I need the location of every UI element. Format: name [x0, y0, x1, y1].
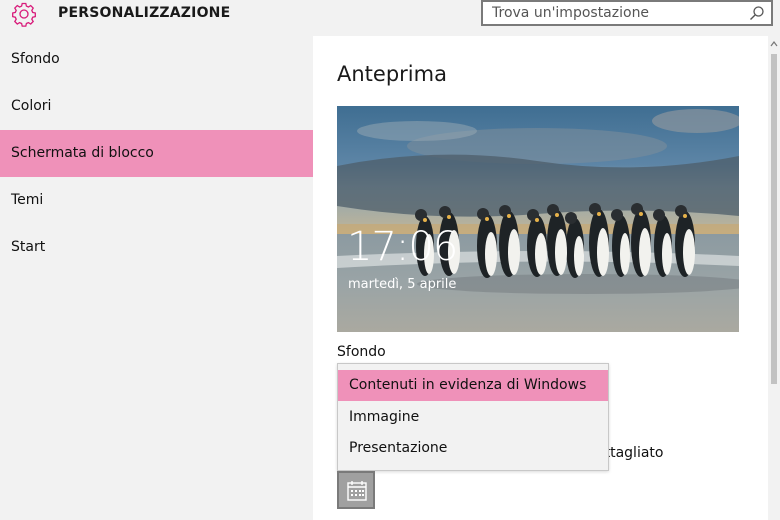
sidebar-item-label: Sfondo — [11, 51, 60, 67]
sidebar-item-colori[interactable]: Colori — [0, 83, 313, 130]
sidebar-item-label: Schermata di blocco — [11, 145, 154, 161]
scrollbar[interactable] — [768, 36, 780, 520]
dropdown-option-windows-spotlight[interactable]: Contenuti in evidenza di Windows — [338, 370, 608, 401]
main-content: Anteprima 17:06 martedì, 5 aprile Sfondo… — [313, 36, 780, 520]
background-label: Sfondo — [337, 344, 386, 360]
preview-date: martedì, 5 aprile — [348, 277, 457, 292]
scrollbar-thumb[interactable] — [771, 54, 777, 384]
sidebar-item-label: Colori — [11, 98, 52, 114]
search-icon[interactable] — [749, 5, 765, 21]
sidebar-item-start[interactable]: Start — [0, 224, 313, 271]
dropdown-option-immagine[interactable]: Immagine — [338, 402, 608, 433]
calendar-icon — [347, 481, 367, 501]
sidebar-item-temi[interactable]: Temi — [0, 177, 313, 224]
sidebar: Sfondo Colori Schermata di blocco Temi S… — [0, 36, 313, 520]
background-dropdown-list[interactable]: Contenuti in evidenza di Windows Immagin… — [337, 363, 609, 471]
header-bar: PERSONALIZZAZIONE — [0, 0, 780, 36]
lock-screen-preview: 17:06 martedì, 5 aprile — [337, 106, 739, 332]
dropdown-option-label: Immagine — [349, 409, 420, 425]
sidebar-item-schermata-di-blocco[interactable]: Schermata di blocco — [0, 130, 313, 177]
preview-image — [337, 106, 739, 332]
sidebar-item-sfondo[interactable]: Sfondo — [0, 36, 313, 83]
gear-icon — [12, 2, 36, 27]
dropdown-option-presentazione[interactable]: Presentazione — [338, 433, 608, 464]
scroll-up-icon[interactable] — [770, 40, 778, 48]
sidebar-item-label: Start — [11, 239, 46, 255]
search-input[interactable] — [483, 2, 750, 24]
search-box[interactable] — [481, 0, 773, 26]
page-title: Anteprima — [337, 62, 447, 86]
preview-clock: 17:06 — [347, 224, 458, 270]
sidebar-item-label: Temi — [11, 192, 44, 208]
app-title: PERSONALIZZAZIONE — [58, 5, 231, 21]
calendar-app-button[interactable] — [337, 471, 375, 509]
dropdown-option-label: Presentazione — [349, 440, 448, 456]
dropdown-option-label: Contenuti in evidenza di Windows — [349, 377, 587, 393]
